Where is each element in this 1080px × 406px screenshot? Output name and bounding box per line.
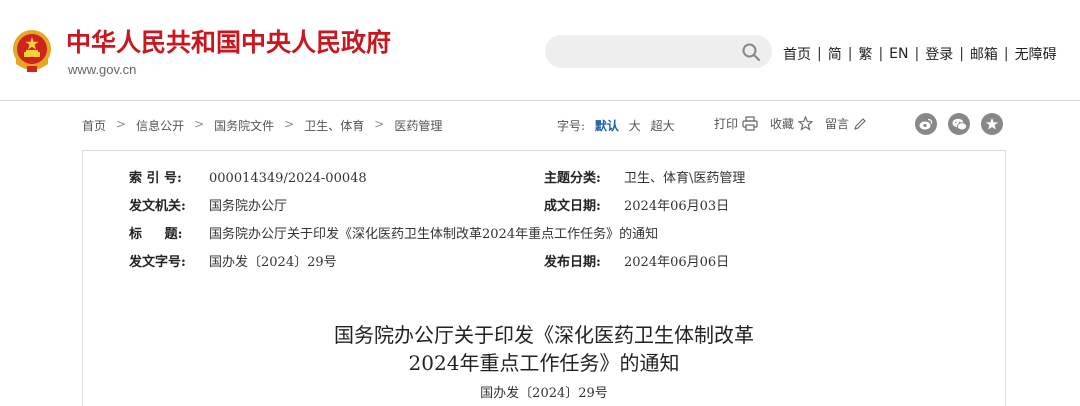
meta-issuer-value: 国务院办公厅 [209, 199, 288, 214]
nav-simplified[interactable]: 简 [828, 44, 842, 64]
breadcrumb-info-disclosure[interactable]: 信息公开 [136, 117, 184, 134]
article-title-line-1: 国务院办公厅关于印发《深化医药卫生体制改革 [334, 323, 754, 347]
breadcrumb-home[interactable]: 首页 [82, 117, 106, 134]
article-doc-number: 国办发〔2024〕29号 [480, 386, 608, 401]
national-emblem-icon[interactable] [10, 28, 54, 74]
nav-login[interactable]: 登录 [925, 44, 953, 64]
weibo-share-button[interactable] [915, 113, 937, 135]
nav-separator: | [1003, 46, 1009, 62]
breadcrumb-health-sports[interactable]: 卫生、体育 [304, 117, 364, 134]
star-icon [986, 118, 998, 130]
font-size-selector: 字号: 默认 大 超大 [557, 117, 681, 134]
favorite-label: 收藏 [770, 117, 795, 131]
chevron-right-icon: > [116, 117, 127, 131]
top-nav: 首页 | 简 | 繁 | EN | 登录 | 邮箱 | 无障碍 [783, 44, 1057, 64]
chevron-right-icon: > [284, 117, 295, 131]
comment-button[interactable]: 留言 [825, 115, 867, 132]
weibo-icon [919, 118, 933, 130]
meta-index-no: 索 引 号: 000014349/2024-00048 [129, 167, 367, 186]
breadcrumb-medicine-management[interactable]: 医药管理 [394, 117, 442, 134]
search-input[interactable] [559, 41, 733, 63]
meta-title-value: 国务院办公厅关于印发《深化医药卫生体制改革2024年重点工作任务》的通知 [209, 227, 659, 242]
font-size-label: 字号: [557, 119, 586, 133]
article-title-line-2: 2024年重点工作任务》的通知 [408, 351, 680, 375]
meta-doc-no-value: 国办发〔2024〕29号 [209, 255, 337, 270]
print-label: 打印 [714, 117, 739, 131]
meta-issuer-label: 发文机关: [129, 199, 186, 214]
meta-doc-no-label: 发文字号: [129, 255, 186, 270]
nav-separator: | [914, 46, 920, 62]
nav-separator: | [817, 46, 822, 62]
nav-separator: | [847, 46, 853, 62]
star-outline-icon [798, 116, 814, 131]
site-title[interactable]: 中华人民共和国中央人民政府 [66, 28, 391, 58]
nav-mail[interactable]: 邮箱 [970, 44, 998, 64]
chevron-right-icon: > [194, 117, 205, 131]
favorite-button[interactable]: 收藏 [770, 115, 814, 132]
meta-index-no-value: 000014349/2024-00048 [209, 171, 367, 186]
font-size-extra-large[interactable]: 超大 [651, 119, 675, 133]
meta-date-written-value: 2024年06月03日 [624, 199, 730, 214]
font-size-default[interactable]: 默认 [595, 119, 619, 133]
meta-publish-date-value: 2024年06月06日 [624, 255, 730, 270]
nav-separator: | [959, 46, 964, 62]
wechat-icon [952, 118, 967, 130]
nav-home[interactable]: 首页 [783, 44, 811, 64]
breadcrumb-state-council-docs[interactable]: 国务院文件 [214, 117, 274, 134]
nav-english[interactable]: EN [889, 46, 908, 62]
meta-category-label: 主题分类: [544, 171, 601, 186]
meta-date-written-label: 成文日期: [544, 199, 601, 214]
wechat-share-button[interactable] [948, 113, 970, 135]
share-buttons [915, 113, 1014, 135]
nav-accessibility[interactable]: 无障碍 [1015, 44, 1057, 64]
meta-index-no-label: 索 引 号: [129, 171, 182, 186]
meta-publish-date-label: 发布日期: [544, 255, 601, 270]
nav-traditional[interactable]: 繁 [858, 44, 872, 64]
article-body: 国务院办公厅关于印发《深化医药卫生体制改革 2024年重点工作任务》的通知 国办… [82, 283, 1006, 406]
document-meta-panel: 索 引 号: 000014349/2024-00048 主题分类: 卫生、体育\医药… [82, 150, 1006, 284]
site-url[interactable]: www.gov.cn [68, 62, 136, 77]
meta-category: 主题分类: 卫生、体育\医药管理 [544, 167, 745, 186]
font-size-large[interactable]: 大 [629, 119, 641, 133]
breadcrumb: 首页 > 信息公开 > 国务院文件 > 卫生、体育 > 医药管理 [82, 117, 442, 134]
meta-doc-no: 发文字号: 国办发〔2024〕29号 [129, 251, 337, 270]
chevron-right-icon: > [374, 117, 385, 131]
print-button[interactable]: 打印 [714, 115, 758, 132]
meta-publish-date: 发布日期: 2024年06月06日 [544, 251, 729, 270]
favorite-share-button[interactable] [981, 113, 1003, 135]
meta-issuer: 发文机关: 国务院办公厅 [129, 195, 287, 214]
comment-label: 留言 [825, 117, 850, 131]
meta-title-label: 标 题: [129, 227, 183, 242]
meta-date-written: 成文日期: 2024年06月03日 [544, 195, 729, 214]
pencil-icon [854, 117, 866, 130]
meta-title: 标 题: 国务院办公厅关于印发《深化医药卫生体制改革2024年重点工作任务》的通知 [129, 223, 658, 242]
site-header: 中华人民共和国中央人民政府 www.gov.cn 首页 | 简 | 繁 | EN… [0, 0, 1080, 101]
article-title: 国务院办公厅关于印发《深化医药卫生体制改革 2024年重点工作任务》的通知 [83, 321, 1005, 377]
page-tools: 打印 收藏 留言 [714, 115, 879, 132]
search-icon[interactable] [741, 42, 761, 62]
toolbar-bar: 首页 > 信息公开 > 国务院文件 > 卫生、体育 > 医药管理 字号: 默认 … [82, 113, 1004, 137]
nav-separator: | [878, 46, 884, 62]
printer-icon [742, 116, 758, 131]
search-box [545, 35, 772, 68]
meta-category-value: 卫生、体育\医药管理 [624, 171, 746, 186]
